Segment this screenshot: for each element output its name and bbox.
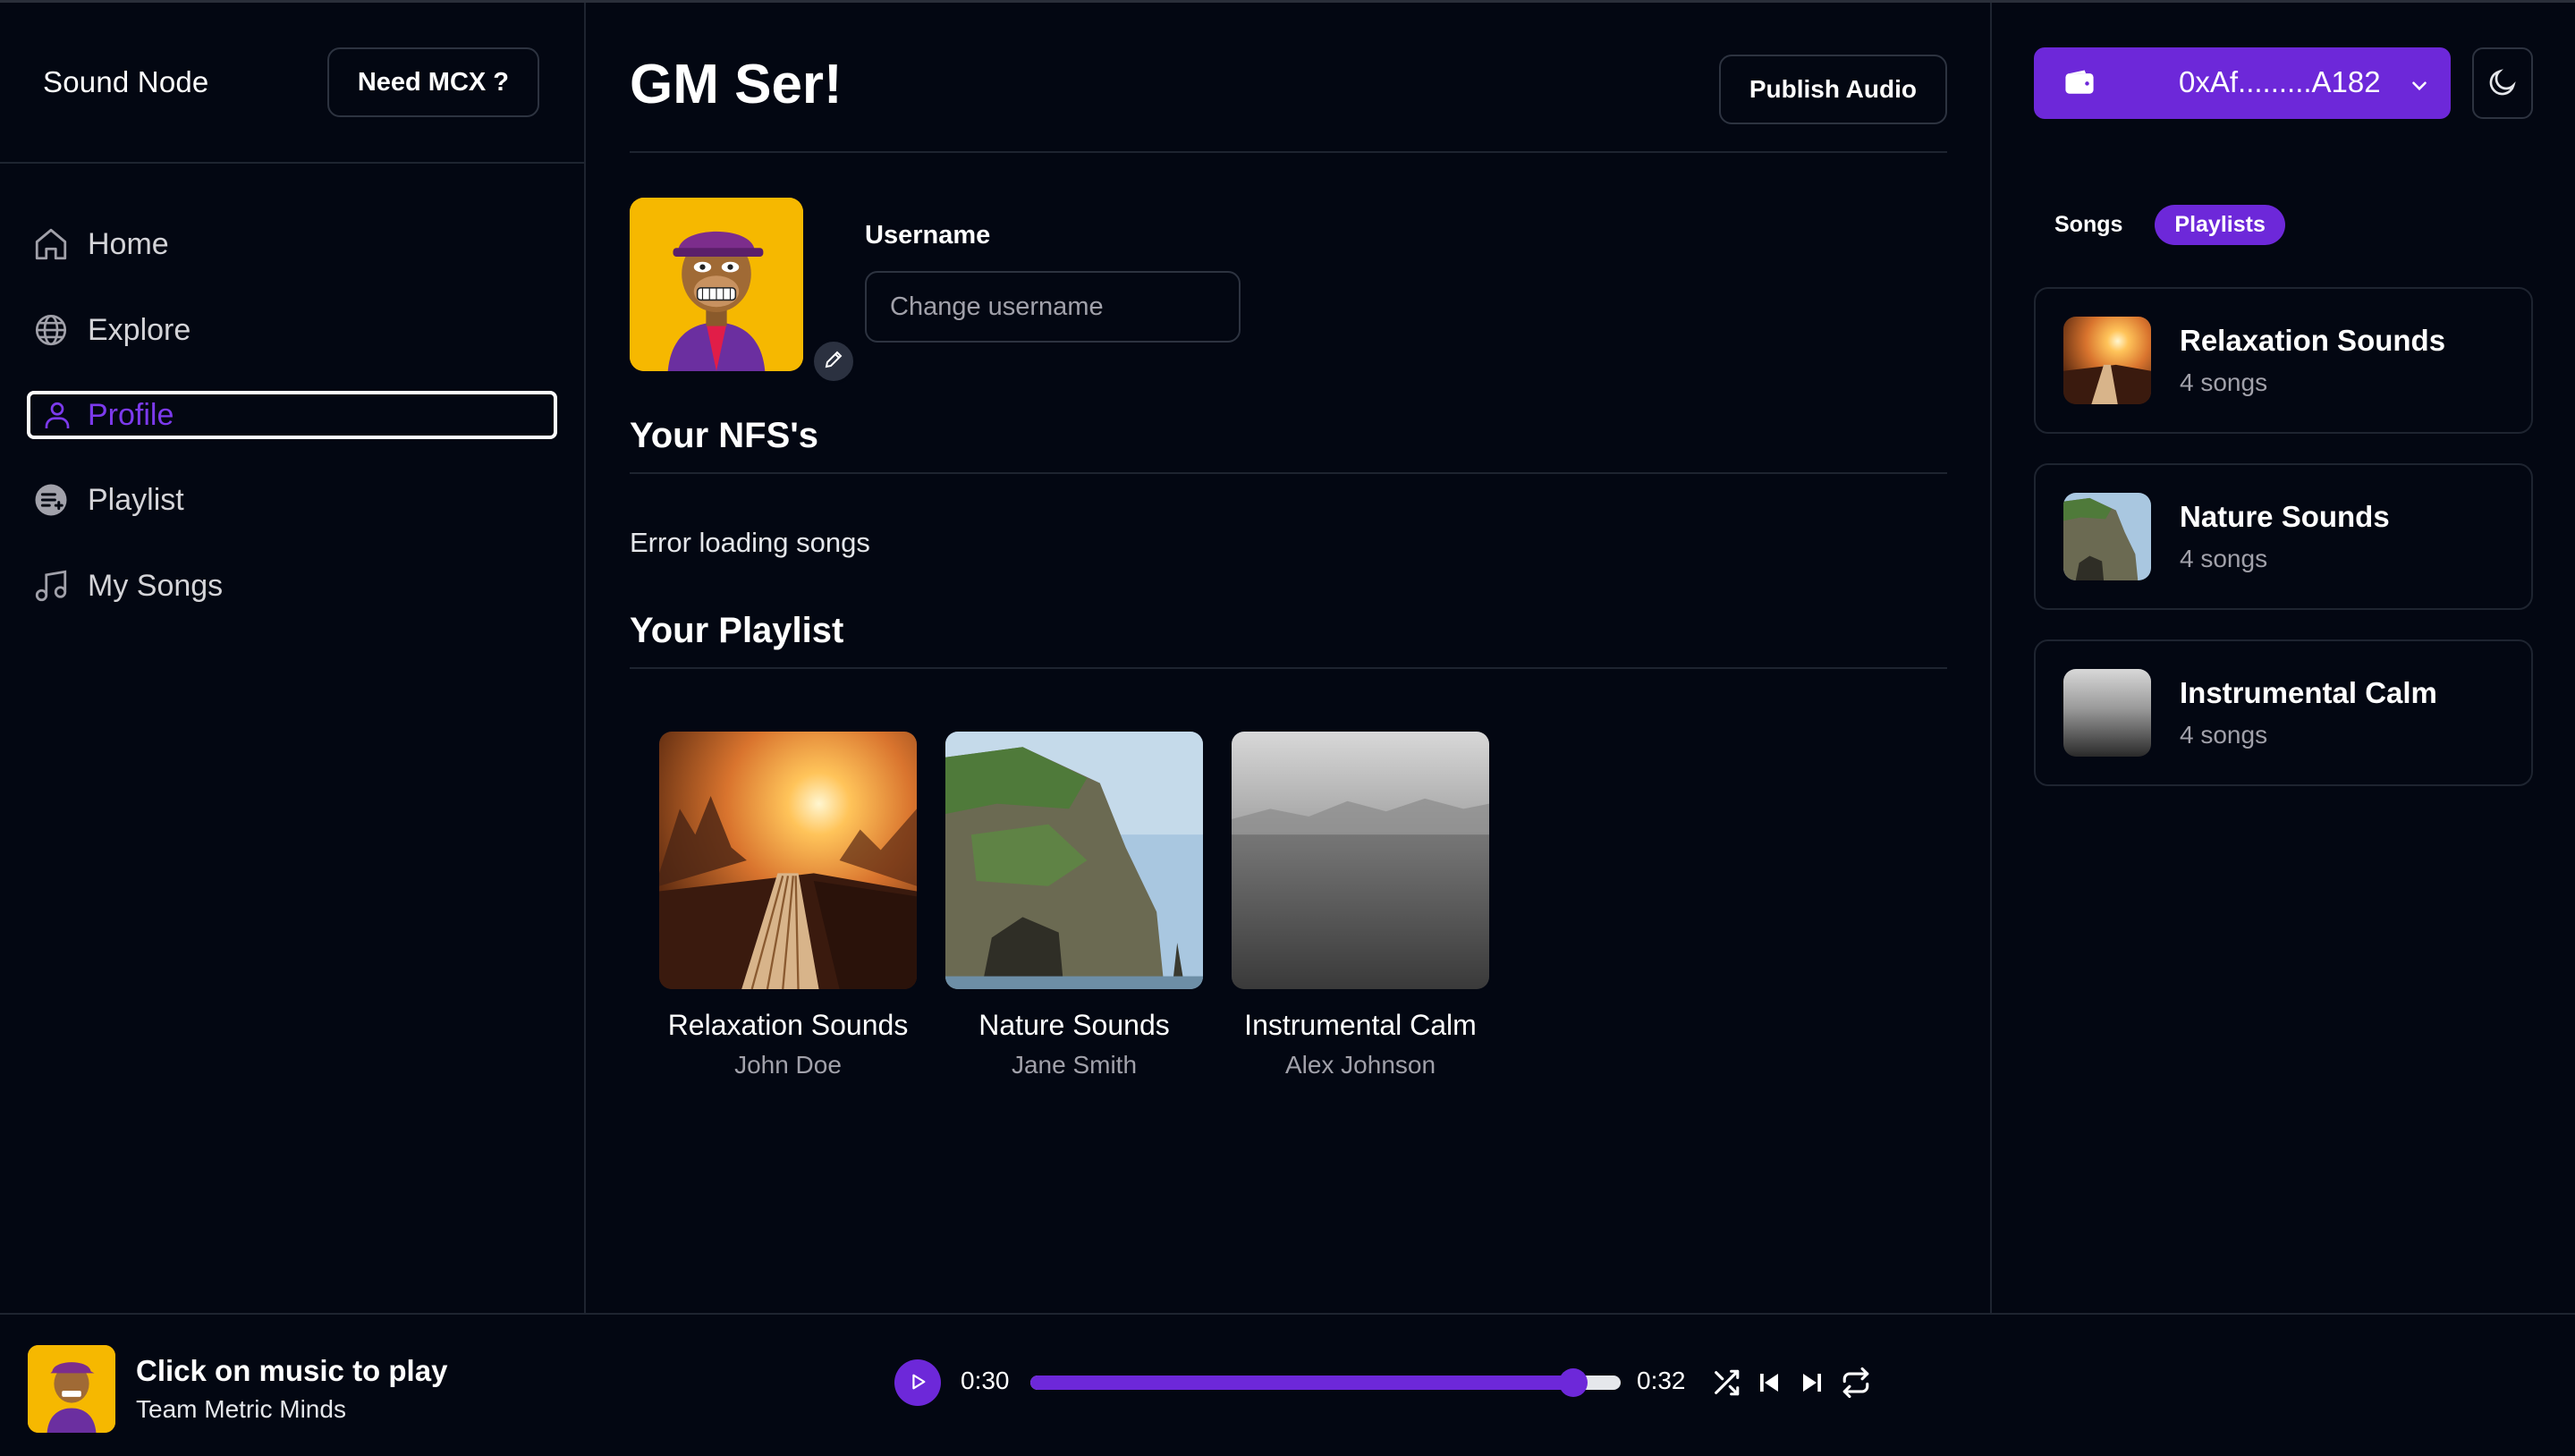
list-item[interactable]: Relaxation Sounds 4 songs (2034, 287, 2533, 434)
sidebar-item-playlist[interactable]: Playlist (27, 475, 557, 525)
publish-audio-button[interactable]: Publish Audio (1718, 55, 1947, 124)
playlist-name: Instrumental Calm (2180, 676, 2437, 709)
playlist-card-artist: Alex Johnson (1284, 1051, 1436, 1079)
play-button[interactable] (894, 1359, 941, 1406)
pencil-icon (823, 349, 844, 375)
playlist-cards: Relaxation Sounds John Doe Nature Sounds… (659, 732, 1489, 1079)
user-icon (39, 394, 75, 436)
now-playing-title: Click on music to play (136, 1354, 448, 1387)
main-header: GM Ser! Publish Audio (630, 46, 1947, 153)
nfs-error-message: Error loading songs (630, 527, 870, 558)
sidebar-header: Sound Node Need MCX ? (0, 3, 584, 164)
playlist-card-title: Relaxation Sounds (667, 1009, 909, 1041)
sidebar: Sound Node Need MCX ? Home Explore Profi… (0, 3, 586, 1313)
play-icon (908, 1372, 928, 1394)
playlist-card-nature[interactable]: Nature Sounds Jane Smith (945, 732, 1203, 1079)
playlist-card-relaxation[interactable]: Relaxation Sounds John Doe (659, 732, 917, 1079)
playlist-cover-image (1232, 732, 1489, 989)
profile-section: Username (630, 198, 1256, 385)
app-window: Sound Node Need MCX ? Home Explore Profi… (0, 0, 2575, 1456)
playlist-card-title: Nature Sounds (978, 1009, 1170, 1041)
playlist-card-instrumental[interactable]: Instrumental Calm Alex Johnson (1232, 732, 1489, 1079)
progress-fill (1030, 1376, 1574, 1390)
playlist-name: Relaxation Sounds (2180, 324, 2446, 357)
music-note-icon (30, 565, 72, 606)
playlist-name: Nature Sounds (2180, 500, 2390, 533)
now-playing-artist: Team Metric Minds (136, 1395, 346, 1423)
playlist-list: Relaxation Sounds 4 songs Nature Sounds … (2034, 287, 2533, 816)
brand-title: Sound Node (43, 65, 209, 98)
sidebar-item-label: Profile (88, 397, 174, 432)
chevron-down-icon (2408, 71, 2431, 105)
edit-avatar-button[interactable] (811, 339, 856, 384)
sidebar-item-profile[interactable]: Profile (27, 391, 557, 439)
sidebar-item-my-songs[interactable]: My Songs (27, 561, 557, 611)
repeat-icon[interactable] (1840, 1367, 1872, 1399)
sidebar-item-label: Playlist (88, 482, 184, 517)
playlist-card-artist: John Doe (734, 1051, 842, 1079)
tab-songs[interactable]: Songs (2054, 205, 2122, 245)
playlist-thumbnail (2063, 493, 2151, 580)
sidebar-item-label: My Songs (88, 568, 224, 603)
shuffle-icon[interactable] (1710, 1367, 1742, 1399)
username-input[interactable] (865, 271, 1241, 343)
progress-slider[interactable] (1030, 1368, 1621, 1397)
page-title: GM Ser! (630, 54, 843, 115)
avatar[interactable] (630, 198, 803, 371)
playlist-section-title: Your Playlist (630, 611, 1947, 669)
moon-icon (2486, 66, 2519, 101)
sidebar-item-label: Home (88, 226, 169, 261)
duration-time: 0:32 (1637, 1367, 1686, 1394)
playlist-thumbnail (2063, 669, 2151, 757)
tab-playlists[interactable]: Playlists (2155, 205, 2285, 245)
playlist-cover-image (945, 732, 1203, 989)
right-panel: 0xAf.........A182 Songs Playlists Relaxa… (1990, 3, 2575, 1313)
sidebar-item-home[interactable]: Home (27, 219, 557, 269)
wallet-icon (2064, 69, 2095, 103)
playlist-song-count: 4 songs (2180, 368, 2268, 396)
home-icon (30, 224, 72, 265)
playlist-song-count: 4 songs (2180, 721, 2268, 749)
skip-forward-icon[interactable] (1796, 1367, 1828, 1399)
username-label: Username (865, 221, 991, 250)
playlist-card-title: Instrumental Calm (1244, 1009, 1477, 1041)
wallet-button[interactable]: 0xAf.........A182 (2034, 47, 2451, 119)
need-mcx-button[interactable]: Need MCX ? (326, 47, 539, 117)
list-item[interactable]: Nature Sounds 4 songs (2034, 463, 2533, 610)
player-bar: Click on music to play Team Metric Minds… (0, 1313, 2575, 1456)
playlist-song-count: 4 songs (2180, 545, 2268, 572)
library-tabs: Songs Playlists (2054, 205, 2285, 245)
progress-handle[interactable] (1559, 1368, 1588, 1397)
main-content: GM Ser! Publish Audio Username Change us… (588, 3, 1990, 1313)
sidebar-item-label: Explore (88, 312, 191, 347)
playlist-thumbnail (2063, 317, 2151, 404)
sidebar-nav: Home Explore Profile Playlist My Songs (0, 164, 584, 611)
globe-icon (30, 309, 72, 351)
playlist-cover-image (659, 732, 917, 989)
nfs-section-title: Your NFS's (630, 416, 1947, 474)
playlist-add-icon (30, 479, 72, 521)
wallet-address: 0xAf.........A182 (2179, 65, 2381, 98)
skip-back-icon[interactable] (1753, 1367, 1785, 1399)
theme-toggle-button[interactable] (2472, 47, 2533, 119)
now-playing-artwork (28, 1345, 115, 1433)
current-time: 0:30 (961, 1367, 1010, 1394)
sidebar-item-explore[interactable]: Explore (27, 305, 557, 355)
playlist-card-artist: Jane Smith (1011, 1051, 1138, 1079)
list-item[interactable]: Instrumental Calm 4 songs (2034, 639, 2533, 786)
